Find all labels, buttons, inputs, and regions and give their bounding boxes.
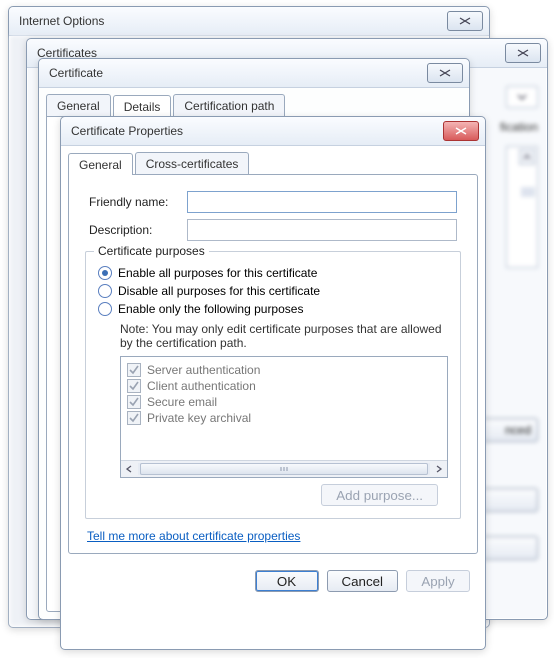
- purpose-item: Secure email: [127, 395, 441, 409]
- horizontal-scrollbar[interactable]: [121, 460, 447, 477]
- title-certificate: Certificate: [49, 66, 427, 80]
- input-description[interactable]: [187, 219, 457, 241]
- close-button[interactable]: [443, 121, 479, 141]
- scroll-up-icon[interactable]: [519, 149, 535, 165]
- listbox-purposes: Server authentication Client authenticati…: [120, 356, 448, 478]
- tab-details[interactable]: Details: [113, 95, 172, 117]
- button-add-purpose: Add purpose...: [321, 484, 438, 506]
- purpose-label: Secure email: [147, 395, 217, 409]
- button-cancel[interactable]: Cancel: [327, 570, 399, 592]
- checkbox-icon: [127, 411, 141, 425]
- purpose-label: Server authentication: [147, 363, 260, 377]
- purpose-label: Client authentication: [147, 379, 256, 393]
- close-icon: [454, 126, 468, 136]
- titlebar-internet-options: Internet Options: [9, 7, 489, 36]
- legend-certificate-purposes: Certificate purposes: [94, 244, 209, 258]
- tab-general[interactable]: General: [68, 153, 133, 175]
- checkbox-icon: [127, 395, 141, 409]
- radio-disable-all[interactable]: Disable all purposes for this certificat…: [98, 284, 448, 298]
- title-internet-options: Internet Options: [19, 14, 447, 28]
- radio-enable-only[interactable]: Enable only the following purposes: [98, 302, 448, 316]
- link-help-cert-properties[interactable]: Tell me more about certificate propertie…: [87, 529, 300, 543]
- scroll-track[interactable]: [138, 463, 430, 475]
- chevron-down-icon: [517, 94, 527, 100]
- scroll-left-icon[interactable]: [121, 461, 137, 477]
- label-friendly-name: Friendly name:: [89, 195, 187, 209]
- purpose-item: Private key archival: [127, 411, 441, 425]
- titlebar-cert-properties: Certificate Properties: [61, 117, 485, 146]
- radio-icon: [98, 266, 112, 280]
- button-peek-2[interactable]: [478, 536, 538, 560]
- radio-icon: [98, 302, 112, 316]
- button-advanced-peek[interactable]: nced: [478, 418, 538, 442]
- close-icon[interactable]: [447, 11, 483, 31]
- checkbox-icon: [127, 363, 141, 377]
- radio-label: Enable all purposes for this certificate: [118, 266, 317, 280]
- purpose-item: Client authentication: [127, 379, 441, 393]
- note-text: Note: You may only edit certificate purp…: [120, 322, 448, 350]
- radio-enable-all[interactable]: Enable all purposes for this certificate: [98, 266, 448, 280]
- tab-cross-certificates[interactable]: Cross-certificates: [135, 152, 250, 174]
- checkbox-icon: [127, 379, 141, 393]
- close-icon[interactable]: [427, 63, 463, 83]
- title-cert-properties: Certificate Properties: [71, 124, 443, 138]
- purpose-label: Private key archival: [147, 411, 251, 425]
- scroll-thumb[interactable]: [140, 463, 428, 475]
- titlebar-certificate: Certificate: [39, 59, 469, 88]
- dialog-certificate-properties: Certificate Properties General Cross-cer…: [60, 116, 486, 650]
- input-friendly-name[interactable]: [187, 191, 457, 213]
- tab-general[interactable]: General: [46, 94, 111, 116]
- button-peek-1[interactable]: [478, 488, 538, 512]
- group-certificate-purposes: Certificate purposes Enable all purposes…: [85, 251, 461, 519]
- radio-label: Enable only the following purposes: [118, 302, 303, 316]
- grip-icon: [279, 466, 289, 472]
- listbox-peek: [506, 146, 538, 268]
- radio-icon: [98, 284, 112, 298]
- scroll-right-icon[interactable]: [431, 461, 447, 477]
- close-icon[interactable]: [505, 43, 541, 63]
- scroll-thumb[interactable]: [521, 187, 535, 197]
- button-ok[interactable]: OK: [255, 570, 319, 592]
- tab-certification-path[interactable]: Certification path: [173, 94, 285, 116]
- button-apply: Apply: [406, 570, 470, 592]
- radio-label: Disable all purposes for this certificat…: [118, 284, 320, 298]
- label-description: Description:: [89, 223, 187, 237]
- dropdown-arrow[interactable]: [506, 86, 538, 108]
- tab-peek-fication: fication: [500, 120, 538, 134]
- purpose-item: Server authentication: [127, 363, 441, 377]
